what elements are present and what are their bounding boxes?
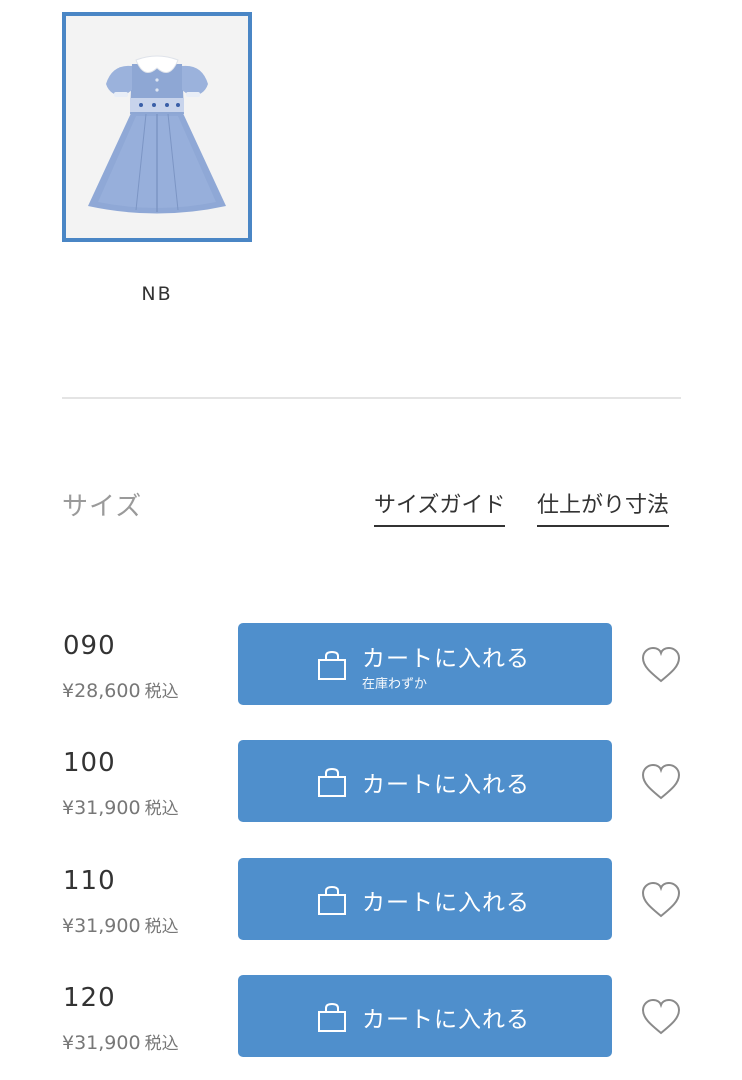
shopping-bag-icon <box>316 1001 348 1033</box>
favorite-heart-icon[interactable] <box>640 997 682 1037</box>
finished-dimensions-link[interactable]: 仕上がり寸法 <box>537 487 670 527</box>
add-to-cart-button[interactable]: カートに入れる 在庫わずか <box>238 623 612 705</box>
favorite-heart-icon[interactable] <box>640 645 682 685</box>
color-swatch-selected[interactable] <box>62 12 252 242</box>
color-label: NB <box>141 283 173 305</box>
size-code: 090 <box>63 631 116 661</box>
price-value: ¥28,600 <box>62 680 141 702</box>
add-to-cart-label: カートに入れる <box>362 1007 530 1033</box>
size-code: 110 <box>63 866 116 896</box>
shopping-bag-icon <box>316 649 348 681</box>
favorite-heart-icon[interactable] <box>640 762 682 802</box>
shopping-bag-icon <box>316 884 348 916</box>
shopping-bag-icon <box>316 766 348 798</box>
size-row-100: 100 ¥31,900 税込 カートに入れる <box>0 740 742 824</box>
tax-label: 税込 <box>144 682 179 702</box>
add-to-cart-button[interactable]: カートに入れる <box>238 858 612 940</box>
price-value: ¥31,900 <box>62 1032 141 1054</box>
size-code: 100 <box>63 748 116 778</box>
tax-label: 税込 <box>144 917 179 937</box>
section-divider <box>62 397 681 399</box>
price-value: ¥31,900 <box>62 915 141 937</box>
size-code: 120 <box>63 983 116 1013</box>
size-price: ¥31,900 税込 <box>62 1029 179 1054</box>
price-value: ¥31,900 <box>62 797 141 819</box>
add-to-cart-label: カートに入れる <box>362 646 530 672</box>
size-heading: サイズ <box>62 492 143 522</box>
low-stock-note: 在庫わずか <box>362 677 428 692</box>
tax-label: 税込 <box>144 799 179 819</box>
size-row-110: 110 ¥31,900 税込 カートに入れる <box>0 858 742 942</box>
size-price: ¥28,600 税込 <box>62 677 179 702</box>
size-row-090: 090 ¥28,600 税込 カートに入れる 在庫わずか <box>0 623 742 707</box>
tax-label: 税込 <box>144 1034 179 1054</box>
add-to-cart-button[interactable]: カートに入れる <box>238 740 612 822</box>
size-price: ¥31,900 税込 <box>62 912 179 937</box>
add-to-cart-button[interactable]: カートに入れる <box>238 975 612 1057</box>
size-row-120: 120 ¥31,900 税込 カートに入れる <box>0 975 742 1059</box>
dress-thumbnail-image <box>66 16 248 238</box>
size-price: ¥31,900 税込 <box>62 794 179 819</box>
favorite-heart-icon[interactable] <box>640 880 682 920</box>
size-guide-link[interactable]: サイズガイド <box>374 487 506 527</box>
add-to-cart-label: カートに入れる <box>362 890 530 916</box>
add-to-cart-label: カートに入れる <box>362 772 530 798</box>
